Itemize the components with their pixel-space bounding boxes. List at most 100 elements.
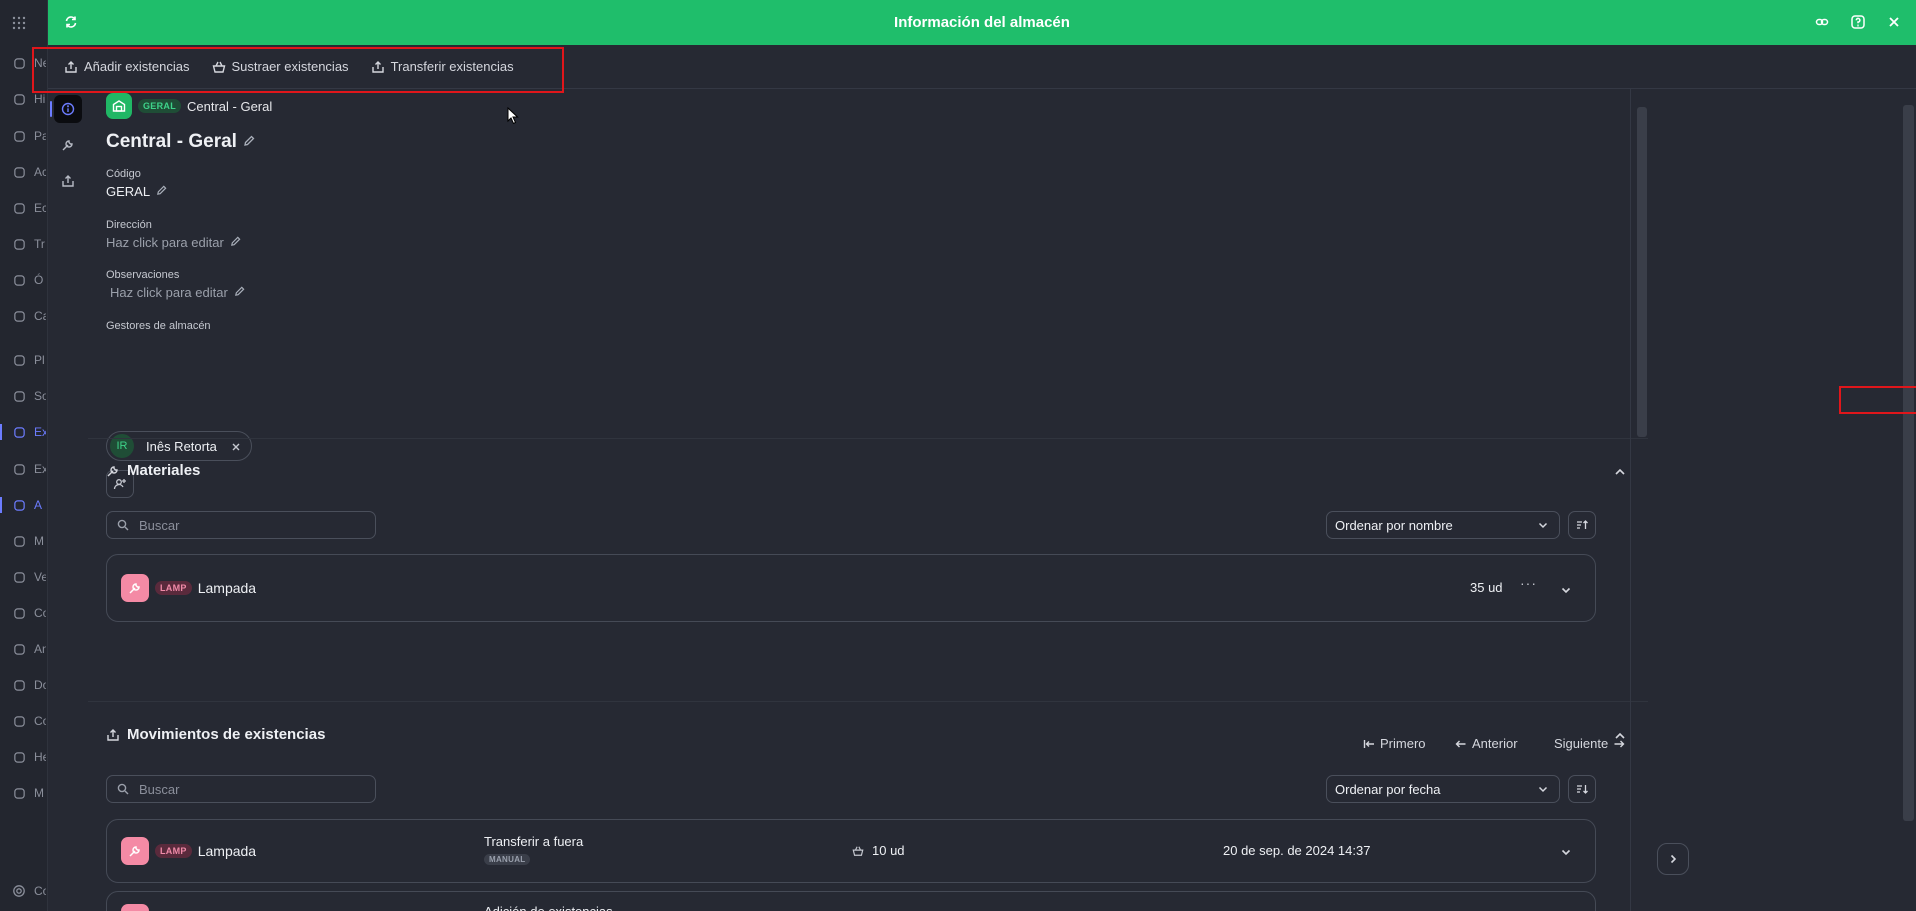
wrench-icon — [107, 465, 118, 476]
materials-sort-select[interactable]: Ordenar por nombre — [1326, 511, 1560, 539]
add-stock-button[interactable]: Añadir existencias — [64, 59, 190, 74]
refresh-icon[interactable] — [62, 13, 80, 31]
mouse-cursor-icon — [507, 107, 519, 125]
scrollbar[interactable] — [1903, 105, 1914, 821]
table-row[interactable]: Adición de existencias — [106, 891, 1596, 911]
sidebar-item[interactable]: Ex — [0, 458, 48, 480]
movement-type-badge: MANUAL — [484, 854, 531, 865]
sidebar-item[interactable]: M — [0, 530, 48, 552]
wrench-icon — [121, 574, 149, 602]
close-icon[interactable] — [1885, 13, 1903, 31]
sidebar-item[interactable]: So — [0, 385, 48, 407]
subtract-stock-icon — [852, 845, 864, 856]
settings-icon — [12, 884, 26, 898]
modal-title: Información del almacén — [894, 14, 1070, 31]
edit-pencil-icon[interactable] — [243, 131, 255, 153]
collapse-movements-icon[interactable] — [1612, 728, 1628, 744]
pager-prev[interactable]: Anterior — [1455, 736, 1518, 751]
collapse-materials-icon[interactable] — [1612, 464, 1628, 480]
movements-search[interactable] — [106, 775, 376, 803]
tools-icon — [12, 750, 26, 764]
sidebar-item-settings[interactable]: Co — [0, 880, 48, 902]
stock-actions-toolbar: Añadir existencias Sustraer existencias … — [48, 45, 1916, 89]
transfer-stock-button[interactable]: Transferir existencias — [371, 59, 514, 74]
warehouse-icon — [106, 93, 132, 119]
movements-sort-select[interactable]: Ordenar por fecha — [1326, 775, 1560, 803]
compass-icon — [12, 92, 26, 106]
wrench-icon — [62, 140, 73, 151]
edit-pencil-icon[interactable] — [230, 235, 241, 250]
material-code-badge: LAMP — [155, 844, 192, 858]
edit-pencil-icon[interactable] — [234, 285, 245, 300]
search-icon — [117, 519, 129, 531]
table-row[interactable]: LAMP Lampada Transferir a fuera MANUAL 1… — [106, 819, 1596, 883]
globe-icon — [12, 56, 26, 70]
sort-ascending-icon — [1577, 520, 1588, 529]
link-icon[interactable] — [1813, 13, 1831, 31]
help-icon[interactable] — [1849, 13, 1867, 31]
sidebar-item[interactable]: He — [0, 746, 48, 768]
sidebar-item[interactable]: An — [0, 638, 48, 660]
sidebar-item[interactable]: Ne — [0, 52, 48, 74]
sidebar-item[interactable]: A — [0, 494, 48, 516]
movements-search-input[interactable] — [139, 781, 359, 797]
sidebar-item[interactable]: Pl — [0, 349, 48, 371]
chevron-down-icon[interactable] — [1560, 845, 1572, 863]
manager-chip[interactable]: IR Inês Retorta — [106, 431, 252, 461]
tab-info[interactable] — [50, 95, 82, 123]
warehouse-code-badge: GERAL — [138, 99, 181, 113]
remove-manager-icon[interactable] — [231, 439, 241, 457]
chevron-down-icon[interactable] — [1560, 583, 1572, 601]
sidebar-item[interactable]: Co — [0, 710, 48, 732]
divider — [88, 438, 1648, 439]
chevron-right-icon — [1670, 854, 1677, 864]
modal-header: Información del almacén — [48, 0, 1916, 45]
tab-materials[interactable] — [54, 131, 82, 159]
wrench-icon — [121, 904, 149, 911]
sidebar-item[interactable]: Tr — [0, 233, 48, 255]
sidebar-item[interactable]: Do — [0, 674, 48, 696]
pager-first[interactable]: Primero — [1363, 736, 1426, 751]
search-icon — [117, 783, 129, 795]
sidebar-item[interactable]: Ve — [0, 566, 48, 588]
notes-field: Observaciones Haz click para editar — [106, 269, 245, 300]
right-pane — [1630, 89, 1916, 911]
grid-icon — [12, 129, 26, 143]
code-value[interactable]: GERAL — [106, 184, 167, 199]
materials-search-input[interactable] — [139, 517, 359, 533]
material-qty: 35 ud — [1470, 580, 1503, 595]
sort-direction-button[interactable] — [1568, 775, 1596, 803]
address-field: Dirección Haz click para editar — [106, 219, 241, 250]
chart-icon — [12, 165, 26, 179]
warehouse-name[interactable]: Central - Geral — [106, 131, 255, 153]
sidebar-item[interactable]: Ac — [0, 161, 48, 183]
apps-grid-icon[interactable] — [0, 12, 48, 34]
cart-icon — [12, 606, 26, 620]
more-options-icon[interactable]: ··· — [1520, 575, 1537, 591]
sort-direction-button[interactable] — [1568, 511, 1596, 539]
modal-content: GERAL Central - Geral Central - Geral Có… — [88, 89, 1658, 911]
managers-field: Gestores de almacén — [106, 320, 211, 332]
sidebar-item[interactable]: Ca — [0, 305, 48, 327]
sidebar-item[interactable]: Ec — [0, 197, 48, 219]
tab-stock-movements[interactable] — [54, 167, 82, 195]
calendar-icon — [12, 353, 26, 367]
sidebar-item[interactable]: M — [0, 782, 48, 804]
edit-pencil-icon[interactable] — [156, 184, 167, 199]
arrow-left-icon — [1455, 740, 1466, 747]
sidebar-item[interactable]: Ó — [0, 269, 48, 291]
warehouse-icon — [12, 498, 26, 512]
subtract-stock-button[interactable]: Sustraer existencias — [212, 59, 349, 74]
notes-value[interactable]: Haz click para editar — [110, 285, 245, 300]
sidebar-item[interactable]: Hi — [0, 88, 48, 110]
app-sidebar: NeHiPaAcEcTrÓCaPlSoExExAMVeCoAnDoCoHeM C… — [0, 0, 48, 911]
materials-search[interactable] — [106, 511, 376, 539]
address-value[interactable]: Haz click para editar — [106, 235, 241, 250]
expand-panel-button[interactable] — [1657, 843, 1689, 875]
code-field: Código GERAL — [106, 168, 167, 199]
sidebar-item[interactable]: Ex — [0, 421, 48, 443]
list-item[interactable]: LAMP Lampada 35 ud ··· — [106, 554, 1596, 622]
sidebar-item[interactable]: Pa — [0, 125, 48, 147]
sidebar-item[interactable]: Co — [0, 602, 48, 624]
clipboard-icon — [12, 273, 26, 287]
